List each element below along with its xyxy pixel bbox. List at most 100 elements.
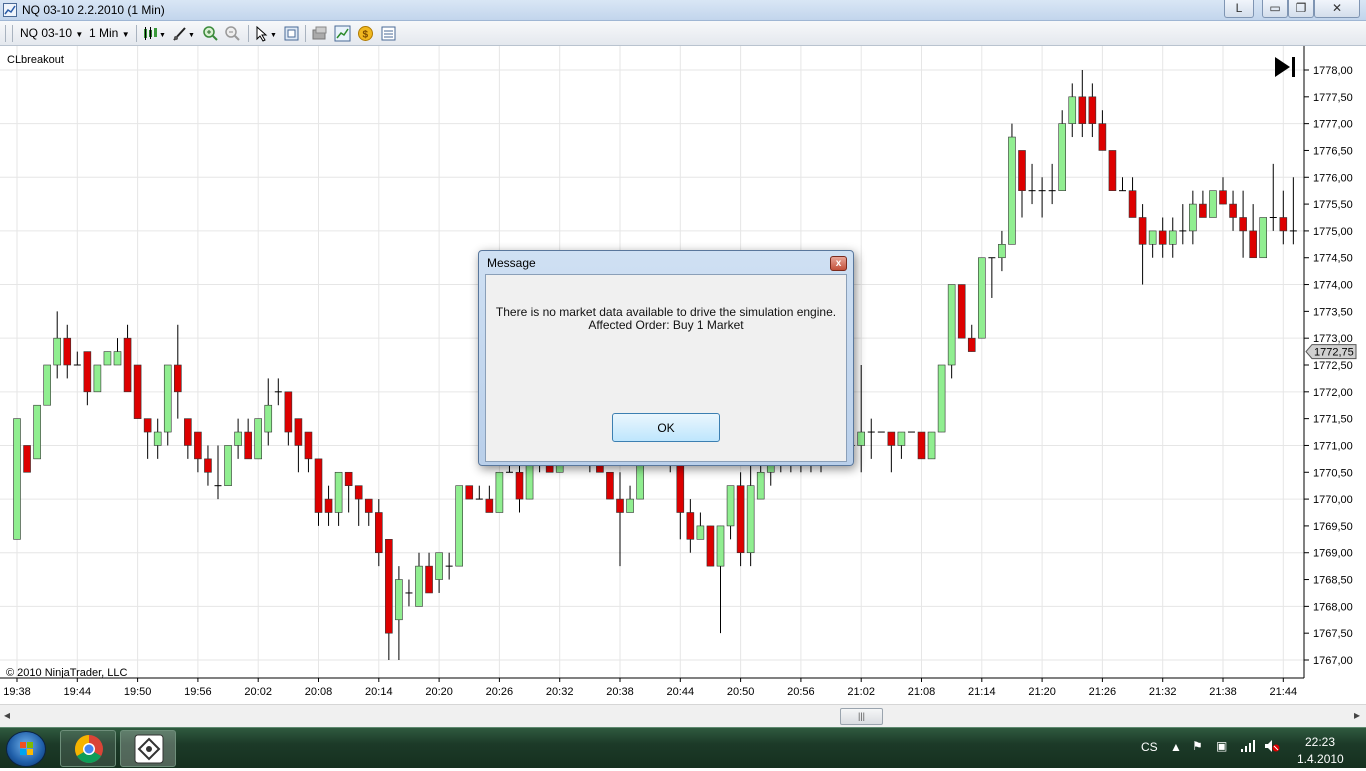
price-tick-label: 1774,50 <box>1313 253 1353 265</box>
candle <box>1018 150 1026 218</box>
candle <box>153 418 162 459</box>
candle-body <box>354 485 363 500</box>
taskbar-chrome[interactable] <box>60 730 116 767</box>
cursor-icon[interactable]: ▼ <box>254 25 278 42</box>
candle <box>1068 83 1077 138</box>
candle <box>1038 177 1046 218</box>
candle <box>937 364 946 433</box>
candle <box>1269 163 1277 231</box>
price-tick-label: 1767,50 <box>1313 628 1353 640</box>
play-to-end-icon[interactable] <box>1275 57 1295 77</box>
scroll-right-arrow-icon[interactable]: ▸ <box>1354 708 1360 722</box>
time-tick-label: 21:26 <box>1089 686 1117 698</box>
candle <box>887 431 896 473</box>
candle-body <box>465 485 474 500</box>
chrome-icon <box>75 735 103 763</box>
clock-time[interactable]: 22:23 <box>1305 735 1335 749</box>
candle-body <box>485 498 494 513</box>
candle <box>63 324 72 379</box>
volume-muted-icon[interactable] <box>1264 739 1280 756</box>
candle-body <box>244 431 252 460</box>
scroll-left-arrow-icon[interactable]: ◂ <box>4 708 10 722</box>
candle <box>515 458 524 513</box>
candle-body <box>1078 96 1087 124</box>
candle <box>897 431 906 459</box>
candle <box>1158 217 1167 258</box>
chart-trader-icon[interactable] <box>380 25 398 42</box>
price-tick-label: 1776,00 <box>1313 172 1353 184</box>
properties-icon[interactable] <box>311 25 329 42</box>
interval-selector[interactable]: 1 Min ▼ <box>89 25 130 42</box>
start-button[interactable] <box>6 731 46 767</box>
candle <box>445 552 453 580</box>
candle-body <box>1199 203 1207 218</box>
message-dialog: Message x There is no market data availa… <box>478 250 854 466</box>
candle <box>103 351 112 366</box>
candle-body <box>1279 217 1288 232</box>
price-tick-label: 1774,00 <box>1313 280 1353 292</box>
candle-body <box>415 565 423 607</box>
candle <box>214 445 222 500</box>
scroll-thumb[interactable]: ||| <box>840 708 883 725</box>
toolbar-grip <box>5 25 6 42</box>
restore-button[interactable]: ❐ <box>1288 0 1314 18</box>
copyright-label: © 2010 NinjaTrader, LLC <box>6 667 127 679</box>
candle <box>957 284 966 339</box>
time-tick-label: 21:02 <box>847 686 875 698</box>
ok-button[interactable]: OK <box>612 413 720 442</box>
close-window-button[interactable]: ✕ <box>1314 0 1360 18</box>
strategies-icon[interactable]: $ <box>357 25 375 42</box>
candle-body <box>676 458 685 513</box>
zoom-out-icon[interactable] <box>224 25 242 42</box>
action-center-flag-icon[interactable]: ⚑ <box>1192 739 1203 753</box>
candle-body <box>1259 217 1267 259</box>
price-tick-label: 1778,00 <box>1313 65 1353 77</box>
instrument-selector[interactable]: NQ 03-10 ▼ <box>20 25 83 42</box>
time-tick-label: 19:38 <box>3 686 31 698</box>
candle <box>73 351 81 366</box>
candle <box>1209 190 1217 218</box>
dialog-close-button[interactable]: x <box>830 256 847 271</box>
indicators-icon[interactable] <box>334 25 352 42</box>
bar-type-icon[interactable]: ▼ <box>142 25 166 42</box>
device-icon[interactable]: ▣ <box>1216 739 1227 753</box>
taskbar-ninjatrader[interactable] <box>120 730 176 767</box>
zoom-in-icon[interactable] <box>202 25 220 42</box>
drawing-tool-icon[interactable]: ▼ <box>172 25 196 42</box>
clock-date[interactable]: 1.4.2010 <box>1297 752 1344 766</box>
candle-body <box>13 418 21 540</box>
price-tick-label: 1770,50 <box>1313 467 1353 479</box>
data-box-icon[interactable] <box>283 25 301 42</box>
svg-text:▼: ▼ <box>188 32 195 39</box>
candle-body <box>284 391 293 433</box>
time-axis: 19:38 19:44 19:50 19:56 20:02 20:08 20:14 20:20… <box>3 678 1297 698</box>
minimize-button[interactable]: ▭ <box>1262 0 1288 18</box>
candle-body <box>254 418 262 460</box>
candle-body <box>606 471 614 500</box>
candle-body <box>1068 96 1077 124</box>
language-button[interactable]: L <box>1224 0 1254 18</box>
candle <box>184 418 192 459</box>
candle-body <box>184 418 192 446</box>
candle <box>304 431 313 473</box>
candle-body <box>395 579 403 621</box>
language-indicator[interactable]: CS <box>1141 740 1158 754</box>
time-tick-label: 20:44 <box>667 686 695 698</box>
show-hidden-icons-icon[interactable]: ▲ <box>1170 740 1182 754</box>
chart-scrollbar[interactable]: ◂ ||| ▸ <box>0 704 1366 727</box>
time-tick-label: 21:14 <box>968 686 996 698</box>
network-icon[interactable] <box>1240 739 1256 756</box>
candle-body <box>967 337 976 352</box>
candle <box>344 471 353 513</box>
current-price-label: 1772,75 <box>1314 347 1354 359</box>
candle-body <box>495 471 504 513</box>
strategy-label: CLbreakout <box>7 54 64 66</box>
candle <box>1279 190 1288 245</box>
candle <box>927 431 936 460</box>
candle-body <box>455 485 464 567</box>
candle <box>1128 177 1137 218</box>
candle-body <box>103 351 112 366</box>
price-tick-label: 1773,50 <box>1313 306 1353 318</box>
candle-body <box>756 471 765 500</box>
candle-body <box>53 337 62 366</box>
